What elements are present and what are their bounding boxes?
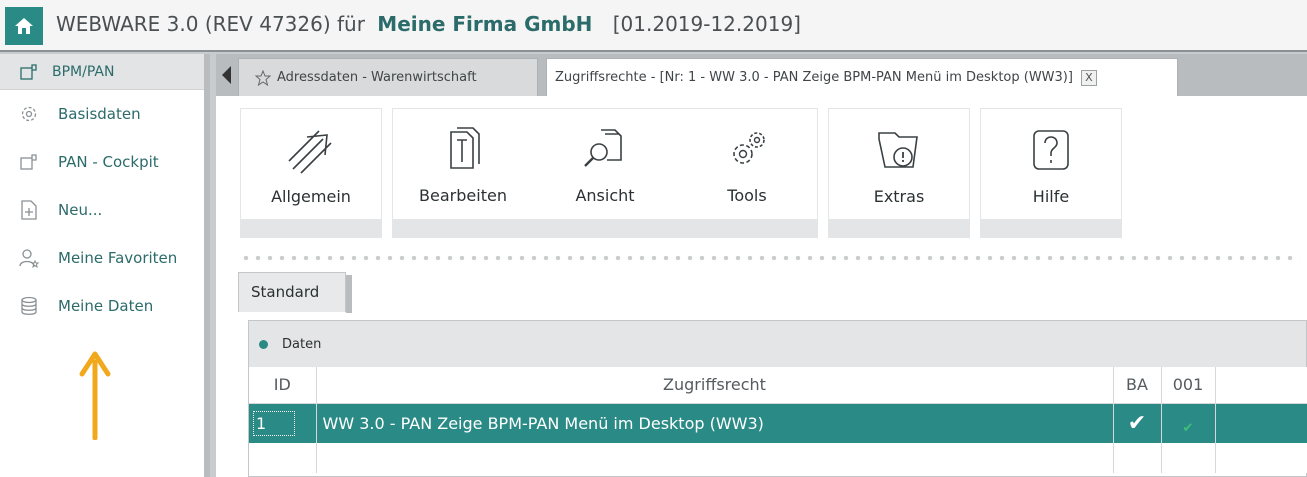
table-header-row: ID Zugriffsrecht BA 001	[249, 367, 1307, 404]
sidebar-item-label: Basisdaten	[58, 105, 141, 123]
title-bar: WEBWARE 3.0 (REV 47326) für Meine Firma …	[0, 0, 1307, 52]
toolbar-label: Extras	[873, 187, 925, 206]
sidebar-header[interactable]: BPM/PAN	[0, 54, 204, 90]
gears-icon	[733, 132, 765, 164]
tab-adressdaten[interactable]: Adressdaten - Warenwirtschaft	[238, 58, 538, 96]
data-panel: Daten ID Zugriffsrecht BA 001 1 WW 3.0 -…	[248, 320, 1307, 477]
tab-scroll-left-icon[interactable]	[222, 66, 231, 84]
tab-close-button[interactable]: X	[1080, 69, 1097, 86]
search-document-icon	[584, 129, 622, 167]
panel-title: Daten	[282, 336, 322, 352]
toolbar-label: Tools	[727, 186, 767, 205]
home-button[interactable]	[5, 7, 43, 45]
tab-label: Adressdaten - Warenwirtschaft	[277, 70, 477, 85]
data-table: ID Zugriffsrecht BA 001 1 WW 3.0 - PAN Z…	[249, 367, 1307, 473]
toolbar-extras-button[interactable]: Extras	[828, 108, 970, 238]
user-star-icon	[18, 247, 40, 269]
sidebar-item-label: PAN - Cockpit	[58, 153, 159, 171]
column-header-id[interactable]: ID	[249, 367, 317, 404]
toolbar-label: Ansicht	[575, 186, 635, 205]
toolbar-separator	[240, 256, 1300, 260]
column-header-empty	[1215, 367, 1307, 404]
star-icon	[255, 69, 271, 86]
company-name: Meine Firma GmbH	[377, 12, 593, 36]
toolbar-allgemein-button[interactable]: Allgemein	[240, 108, 382, 238]
column-header-zugriffsrecht[interactable]: Zugriffsrecht	[316, 367, 1114, 404]
annotation-arrow-icon	[79, 351, 111, 440]
documents-icon	[450, 127, 480, 169]
cell-zugriffsrecht[interactable]: WW 3.0 - PAN Zeige BPM-PAN Menü im Deskt…	[316, 403, 1114, 443]
sidebar-item-basisdaten[interactable]: Basisdaten	[0, 90, 204, 138]
home-icon	[15, 18, 33, 34]
toolbar-label: Hilfe	[1032, 187, 1070, 206]
toolbar-label: Bearbeiten	[419, 186, 507, 205]
cell-id-value: 1	[253, 410, 296, 436]
period-range: [01.2019-12.2019]	[612, 12, 801, 36]
cockpit-icon	[18, 61, 40, 83]
sidebar-item-label: Meine Favoriten	[58, 249, 178, 267]
toolbar-tools-button[interactable]: Tools	[676, 108, 818, 238]
panel-header[interactable]: Daten	[249, 321, 1306, 367]
tab-standard[interactable]: Standard	[238, 272, 352, 313]
sidebar-item-pan-cockpit[interactable]: PAN - Cockpit	[0, 138, 204, 186]
table-row[interactable]: 1 WW 3.0 - PAN Zeige BPM-PAN Menü im Des…	[249, 403, 1307, 443]
column-header-ba[interactable]: BA	[1113, 367, 1162, 404]
help-icon	[1033, 130, 1069, 170]
cell-id[interactable]: 1	[249, 403, 317, 443]
toolbar-hilfe-button[interactable]: Hilfe	[980, 108, 1122, 238]
status-dot-icon	[259, 339, 268, 349]
arrow-up-right-icon	[288, 130, 332, 174]
folder-alert-icon	[878, 132, 918, 168]
toolbar-ansicht-button[interactable]: Ansicht	[534, 108, 676, 238]
cell-ba-check[interactable]: ✔	[1113, 403, 1162, 443]
toolbar-label: Allgemein	[271, 187, 351, 206]
sidebar-item-label: Meine Daten	[58, 297, 154, 315]
sidebar-item-neu[interactable]: Neu...	[0, 186, 204, 234]
tab-zugriffsrechte[interactable]: Zugriffsrechte - [Nr: 1 - WW 3.0 - PAN Z…	[546, 58, 1178, 96]
tab-label: Zugriffsrechte - [Nr: 1 - WW 3.0 - PAN Z…	[555, 70, 1073, 85]
table-row-empty	[249, 443, 1307, 473]
document-tabs: Adressdaten - Warenwirtschaft Zugriffsre…	[216, 54, 1307, 96]
main-content: Allgemein Bearbeiten Ansicht Tools Extra…	[216, 96, 1307, 477]
new-document-icon	[18, 199, 40, 221]
app-title-prefix: WEBWARE 3.0 (REV 47326) für	[56, 12, 365, 36]
sidebar-item-meine-daten[interactable]: Meine Daten	[0, 282, 204, 330]
cockpit-icon	[18, 151, 40, 173]
toolbar-bearbeiten-button[interactable]: Bearbeiten	[392, 108, 534, 238]
sidebar-item-label: Neu...	[58, 201, 103, 219]
app-title: WEBWARE 3.0 (REV 47326) für Meine Firma …	[56, 12, 801, 36]
sidebar-item-favoriten[interactable]: Meine Favoriten	[0, 234, 204, 282]
column-header-001[interactable]: 001	[1161, 367, 1216, 404]
sidebar: BPM/PAN Basisdaten PAN - Cockpit Neu... …	[0, 54, 210, 477]
sidebar-header-label: BPM/PAN	[52, 63, 115, 80]
cell-empty	[1215, 403, 1307, 443]
database-icon	[18, 295, 40, 317]
cell-001-check[interactable]: ✔	[1161, 403, 1216, 443]
gear-icon	[18, 103, 40, 125]
view-tab-label: Standard	[251, 283, 320, 301]
